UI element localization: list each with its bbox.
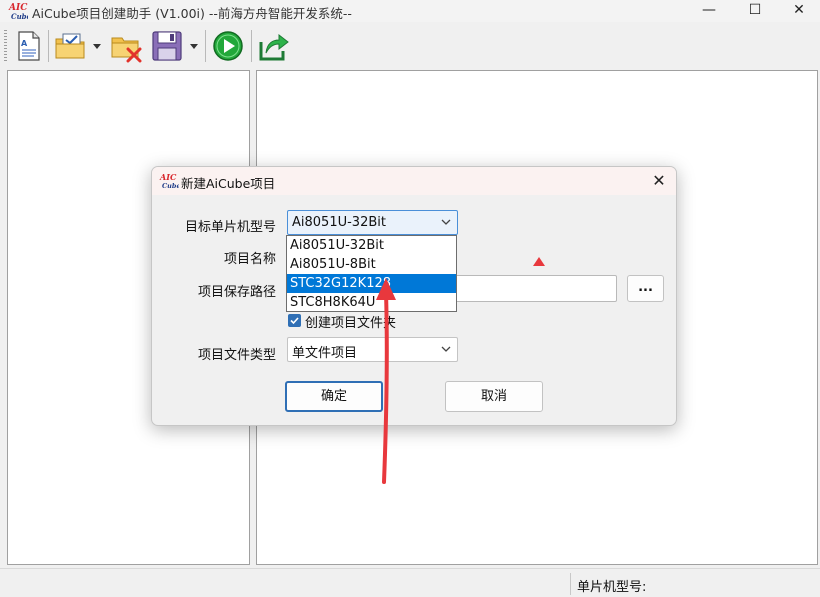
aicube-logo-icon: AIC Cube xyxy=(8,3,28,21)
toolbar-grip[interactable] xyxy=(4,30,7,62)
close-window-button[interactable]: ✕ xyxy=(776,0,820,22)
checkmark-icon xyxy=(290,317,299,325)
open-dropdown-chevron-icon[interactable] xyxy=(93,44,101,50)
svg-text:A: A xyxy=(21,39,28,48)
run-button[interactable] xyxy=(211,29,245,63)
ok-button[interactable]: 确定 xyxy=(285,381,383,412)
minimize-button[interactable]: — xyxy=(686,0,732,22)
open-project-icon xyxy=(55,33,85,59)
logo-text-bottom: Cube xyxy=(11,12,28,21)
chevron-down-icon xyxy=(441,219,451,225)
toolbar: A xyxy=(0,22,820,68)
mcu-model-select[interactable]: Ai8051U-32Bit xyxy=(287,210,458,235)
export-button[interactable] xyxy=(257,29,291,63)
dialog-title-bar: AIC Cube 新建AiCube项目 ✕ xyxy=(152,167,676,195)
title-bar: AIC Cube AiCube项目创建助手 (V1.00i) --前海方舟智能开… xyxy=(0,0,820,22)
chevron-down-icon xyxy=(441,346,451,352)
save-button[interactable] xyxy=(150,29,184,63)
aicube-logo-icon: AIC Cube xyxy=(159,172,179,190)
status-mcu-label: 单片机型号: xyxy=(577,580,647,595)
maximize-button[interactable]: ☐ xyxy=(732,0,778,22)
logo-text-top: AIC xyxy=(159,172,177,182)
dropdown-option-selected[interactable]: STC32G12K128 xyxy=(287,274,456,293)
dropdown-option[interactable]: STC8H8K64U xyxy=(287,293,456,312)
status-divider xyxy=(570,573,571,595)
file-type-select[interactable]: 单文件项目 xyxy=(287,337,458,362)
new-document-icon: A xyxy=(18,31,40,61)
delete-project-button[interactable] xyxy=(110,29,144,63)
file-type-label: 项目文件类型 xyxy=(197,348,276,363)
new-project-button[interactable]: A xyxy=(12,29,46,63)
mcu-model-dropdown-list[interactable]: Ai8051U-32Bit Ai8051U-8Bit STC32G12K128 … xyxy=(286,235,457,312)
toolbar-separator xyxy=(251,30,252,62)
window-title: AiCube项目创建助手 (V1.00i) --前海方舟智能开发系统-- xyxy=(32,6,352,21)
toolbar-separator xyxy=(48,30,49,62)
project-name-label: 项目名称 xyxy=(223,252,276,267)
dropdown-option[interactable]: Ai8051U-32Bit xyxy=(287,236,456,255)
toolbar-separator xyxy=(205,30,206,62)
save-icon xyxy=(152,31,182,61)
logo-text-bottom: Cube xyxy=(162,182,179,190)
cancel-button[interactable]: 取消 xyxy=(445,381,543,412)
create-folder-label: 创建项目文件夹 xyxy=(305,316,397,331)
dialog-title: 新建AiCube项目 xyxy=(181,176,276,191)
create-folder-checkbox[interactable] xyxy=(288,314,301,327)
browse-button[interactable]: ... xyxy=(627,275,664,302)
save-dropdown-chevron-icon[interactable] xyxy=(190,44,198,50)
open-project-button[interactable] xyxy=(54,29,88,63)
export-icon xyxy=(259,33,289,61)
project-path-label: 项目保存路径 xyxy=(197,285,276,300)
dropdown-option[interactable]: Ai8051U-8Bit xyxy=(287,255,456,274)
dialog-close-button[interactable]: ✕ xyxy=(648,170,670,192)
mcu-model-label: 目标单片机型号 xyxy=(184,220,276,235)
run-icon xyxy=(213,31,243,61)
status-bar: 单片机型号: xyxy=(0,568,820,597)
file-type-value: 单文件项目 xyxy=(292,346,358,361)
delete-folder-icon xyxy=(111,37,142,63)
mcu-model-value: Ai8051U-32Bit xyxy=(292,215,386,230)
